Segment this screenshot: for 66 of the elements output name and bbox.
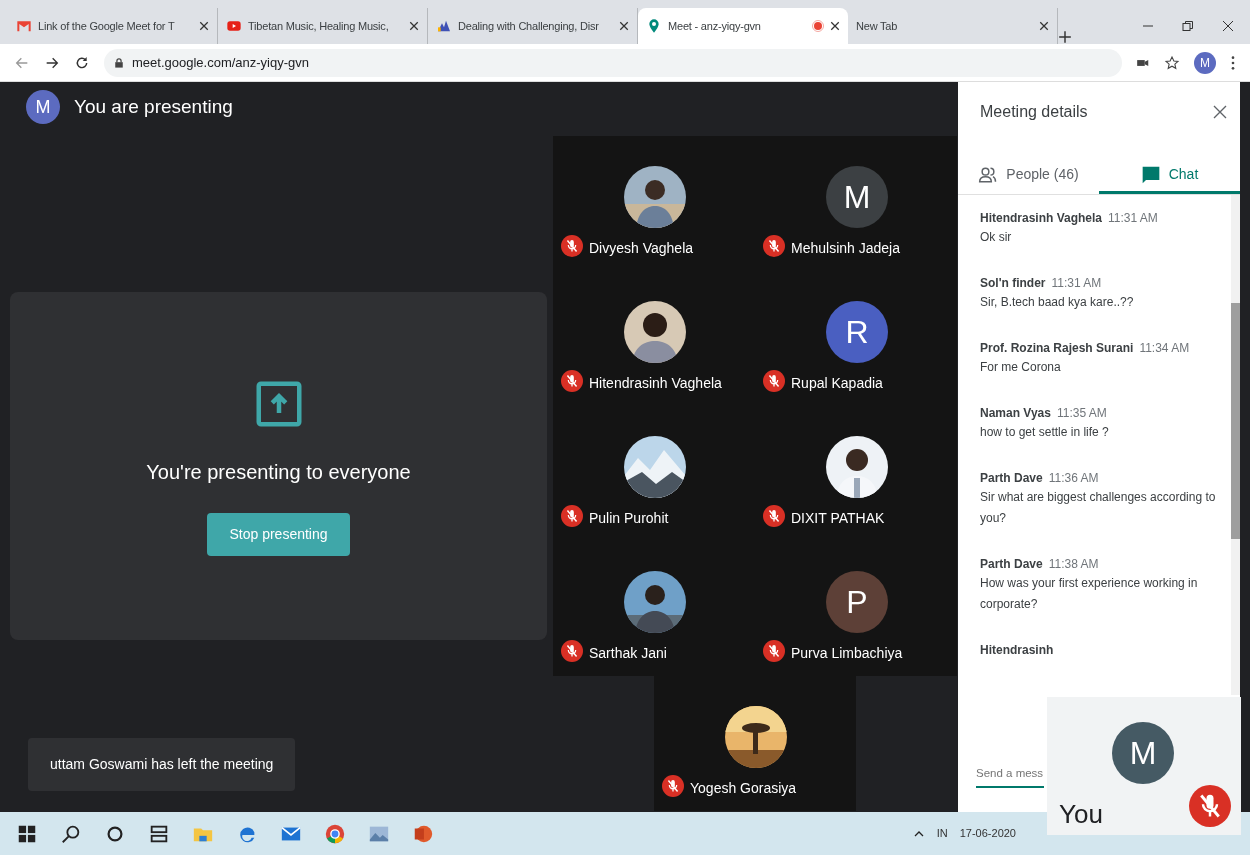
banner-title: You are presenting [74,94,233,119]
message-sender: Naman Vyas [980,406,1051,420]
user-avatar: M [26,90,60,124]
message-text: Ok sir [980,229,1013,246]
message-sender: Parth Dave [980,557,1043,571]
panel-tab[interactable]: People (46) [958,158,1099,194]
more-icon[interactable] [1230,54,1236,71]
participant-name: Pulin Purohit [589,509,669,528]
address-bar[interactable]: meet.google.com/anz-yiqy-gvn [104,48,1122,77]
message-sender: Sol'n finder [980,276,1046,290]
message-sender: Prof. Rozina Rajesh Surani [980,341,1134,355]
message-text: How was your first experience working in corporate? [980,575,1199,613]
self-label: You [1059,798,1103,831]
close-icon[interactable] [1222,20,1234,32]
message-time: 11:36 AM [1048,471,1099,485]
chat-icon [1140,164,1161,185]
reload-icon[interactable] [74,54,90,71]
message-text: how to get settle in life ? [980,424,1110,441]
participant-name: Hitendrasinh Vaghela [589,374,722,393]
message-time: 11:34 AM [1139,341,1190,355]
message-text: For me Corona [980,359,1062,376]
participant-name: Yogesh Gorasiya [690,779,797,798]
close-icon[interactable] [830,21,840,31]
taskbar-date[interactable]: 17-06-2020 [959,825,1016,842]
profile-avatar[interactable]: M [1194,51,1216,74]
location-pin-icon [646,18,662,34]
close-icon[interactable] [619,21,629,31]
address-text: meet.google.com/anz-yiqy-gvn [132,53,310,72]
participant-name: DIXIT PATHAK [791,509,885,528]
message-time: 11:35 AM [1056,406,1107,420]
lock-icon [114,56,124,69]
message-text: Sir what are biggest challenges according to you? [980,489,1217,527]
self-avatar: M [1112,722,1174,784]
participant-name: Rupal Kapadia [791,374,883,393]
message-sender: Hitendrasinh Vaghela [980,211,1103,225]
participant-avatar: R [826,301,888,363]
close-icon[interactable] [1212,104,1228,120]
chrome-icon[interactable] [324,822,346,845]
close-icon[interactable] [199,21,209,31]
message-time: 11:31 AM [1051,276,1102,290]
message-time: 11:38 AM [1048,557,1099,571]
notification-toast: uttam Goswami has left the meeting [28,738,296,791]
browser-tab[interactable]: Meet - anz-yiqy-gvn [638,8,848,44]
mic-off-icon[interactable] [1189,785,1231,827]
language-indicator[interactable]: IN [936,825,948,842]
message-time: 11:31 AM [1108,211,1158,225]
participant-avatar: P [826,571,888,633]
new-tab-icon[interactable] [1058,30,1072,44]
participant-name: Divyesh Vaghela [589,239,694,258]
message-sender: Parth Dave [980,471,1043,485]
message-text: Sir, B.tech baad kya kare..?? [980,294,1135,311]
scrollbar-thumb[interactable] [1231,303,1240,539]
panel-title: Meeting details [980,102,1088,122]
close-icon[interactable] [409,21,419,31]
participant-name: Sarthak Jani [589,644,667,663]
star-icon[interactable] [1164,54,1180,71]
restore-icon[interactable] [1182,20,1194,32]
close-icon[interactable] [1039,21,1049,31]
presenting-message: You're presenting to everyone [146,459,411,485]
panel-tab[interactable]: Chat [1099,158,1240,194]
participant-avatar: M [826,166,888,228]
participant-name: Mehulsinh Jadeja [791,239,900,258]
message-sender: Hitendrasinh [980,643,1054,657]
play-icon [226,18,242,34]
participant-name: Purva Limbachiya [791,644,903,663]
mail-icon [16,18,32,34]
